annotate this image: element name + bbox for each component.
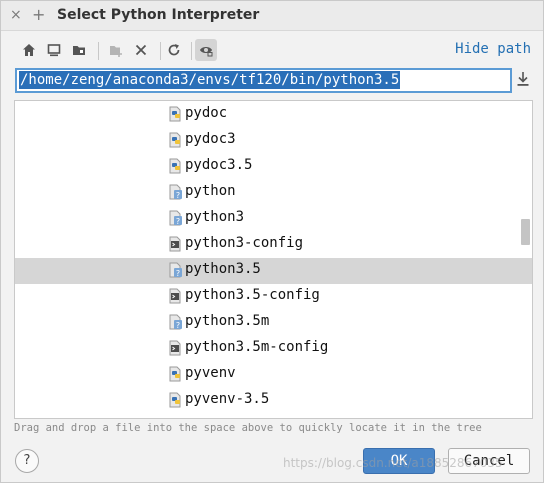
svg-text:?: ? xyxy=(176,191,180,200)
close-window-icon[interactable]: × xyxy=(10,7,22,23)
navigate-to-path-icon[interactable] xyxy=(516,71,534,89)
new-folder-icon[interactable] xyxy=(105,39,127,61)
tree-scrollbar-thumb[interactable] xyxy=(521,219,530,245)
svg-text:?: ? xyxy=(176,321,180,330)
script-file-icon xyxy=(168,236,184,252)
tree-row[interactable]: pydoc3 xyxy=(15,128,532,154)
python-file-icon xyxy=(168,366,184,382)
delete-icon[interactable] xyxy=(130,39,152,61)
tree-row-label: python3.5-config xyxy=(185,287,320,303)
tree-row[interactable]: pyvenv-3.5 xyxy=(15,388,532,414)
tree-row-label: python xyxy=(185,183,236,199)
help-button[interactable]: ? xyxy=(15,449,39,473)
unknown-file-icon: ? xyxy=(168,210,184,226)
ok-button[interactable]: OK xyxy=(363,448,435,474)
python-file-icon xyxy=(168,392,184,408)
tree-row-label: pyvenv xyxy=(185,365,236,381)
unknown-file-icon: ? xyxy=(168,184,184,200)
project-folder-icon[interactable] xyxy=(68,39,90,61)
tree-row-label: pyvenv-3.5 xyxy=(185,391,270,407)
tree-scrollbar[interactable] xyxy=(520,101,532,418)
tree-row[interactable]: ? python3 xyxy=(15,206,532,232)
maximize-window-icon[interactable]: + xyxy=(32,5,45,24)
tree-row[interactable]: python3.5m-config xyxy=(15,336,532,362)
desktop-icon[interactable] xyxy=(43,39,65,61)
unknown-file-icon: ? xyxy=(168,262,184,278)
tree-row-label: pydoc3 xyxy=(185,131,236,147)
tree-row[interactable]: pydoc3.5 xyxy=(15,154,532,180)
show-hidden-icon[interactable] xyxy=(195,39,217,61)
python-file-icon xyxy=(168,158,184,174)
unknown-file-icon: ? xyxy=(168,314,184,330)
script-file-icon xyxy=(168,288,184,304)
toolbar-divider xyxy=(191,42,192,60)
hide-path-link[interactable]: Hide path xyxy=(455,41,531,57)
title-bar: × + Select Python Interpreter xyxy=(1,1,543,31)
tree-row-label: pydoc3.5 xyxy=(185,157,253,173)
tree-row[interactable]: pyvenv xyxy=(15,362,532,388)
file-tree[interactable]: pyvenv-3.5 pyvenv python3.5m-config? python… xyxy=(14,100,533,419)
tree-row-label: python3 xyxy=(185,209,245,225)
toolbar-divider xyxy=(98,42,99,60)
tree-row[interactable]: ? python3.5m xyxy=(15,310,532,336)
tree-row-label: python3.5m-config xyxy=(185,339,329,355)
tree-row[interactable]: python3-config xyxy=(15,232,532,258)
python-file-icon xyxy=(168,106,184,122)
path-input-text: /home/zeng/anaconda3/envs/tf120/bin/pyth… xyxy=(19,71,401,89)
svg-text:?: ? xyxy=(176,269,180,278)
script-file-icon xyxy=(168,340,184,356)
svg-text:?: ? xyxy=(176,217,180,226)
dialog-title: Select Python Interpreter xyxy=(57,7,260,23)
tree-row-label: python3.5m xyxy=(185,313,270,329)
tree-row-label: pydoc xyxy=(185,105,228,121)
tree-row[interactable]: ? python3.5 xyxy=(15,258,532,284)
tree-row-label: python3.5 xyxy=(185,261,261,277)
python-file-icon xyxy=(168,132,184,148)
toolbar-divider xyxy=(160,42,161,60)
refresh-icon[interactable] xyxy=(163,39,185,61)
tree-row[interactable]: ? python xyxy=(15,180,532,206)
tree-row[interactable]: pydoc xyxy=(15,102,532,128)
home-icon[interactable] xyxy=(18,39,40,61)
tree-row-label: python3-config xyxy=(185,235,304,251)
path-input[interactable]: /home/zeng/anaconda3/envs/tf120/bin/pyth… xyxy=(15,68,512,93)
cancel-button[interactable]: Cancel xyxy=(448,448,530,474)
drag-drop-hint: Drag and drop a file into the space abov… xyxy=(14,422,482,434)
tree-row[interactable]: python3.5-config xyxy=(15,284,532,310)
select-interpreter-dialog: × + Select Python Interpreter Hide path … xyxy=(0,0,544,483)
